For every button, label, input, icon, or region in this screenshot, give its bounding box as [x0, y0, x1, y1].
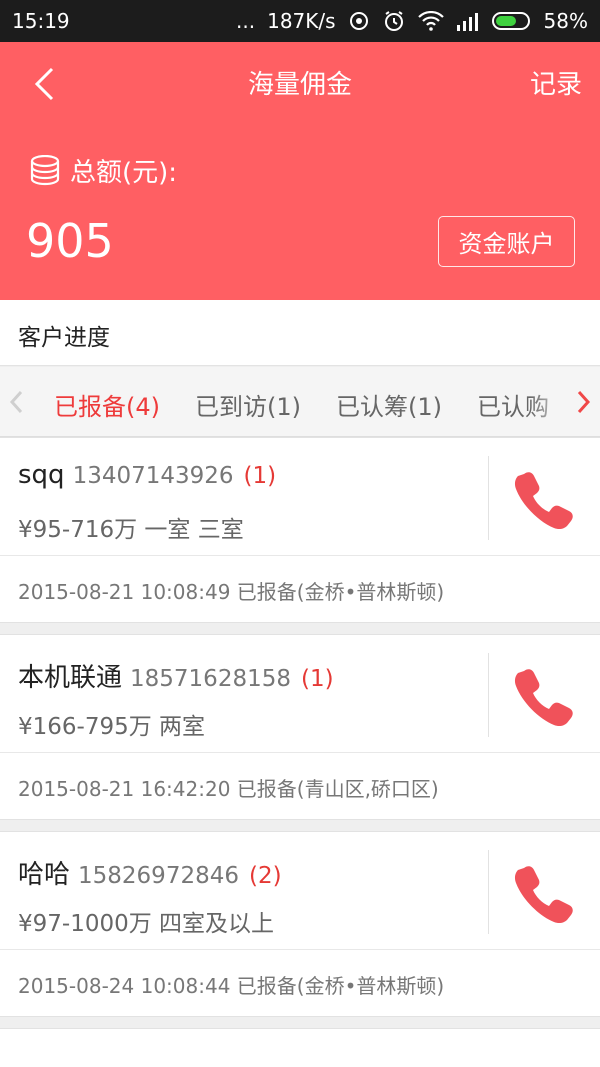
sync-icon	[348, 10, 370, 32]
tab-list: 已报备(4) 已到访(1) 已认筹(1) 已认购	[54, 387, 549, 422]
customer-phone: 15826972846	[78, 863, 239, 889]
customer-name: sqq	[18, 460, 65, 490]
tab-fade	[530, 367, 570, 436]
total-label-row: 总额(元):	[28, 152, 177, 189]
tab-reported[interactable]: 已报备(4)	[54, 387, 160, 422]
phone-icon	[514, 669, 573, 727]
customer-card-main: 哈哈 15826972846 (2) ¥97-1000万 四室及以上	[0, 832, 600, 950]
commission-header: 海量佣金 记录 总额(元): 905 资金账户	[0, 42, 600, 300]
status-right: ... 187K/s 58%	[236, 9, 588, 33]
phone-icon	[514, 866, 573, 924]
customer-name: 哈哈	[18, 860, 71, 890]
customer-count: (2)	[248, 863, 282, 889]
customer-card-main: 本机联通 18571628158 (1) ¥166-795万 两室	[0, 635, 600, 753]
customer-card-main: sqq 13407143926 (1) ¥95-716万 一室 三室	[0, 438, 600, 556]
nav-bar: 海量佣金 记录	[0, 42, 600, 126]
customer-phone: 13407143926	[72, 463, 234, 489]
customer-name-line: sqq 13407143926 (1)	[18, 460, 276, 490]
call-button[interactable]	[510, 466, 578, 534]
vertical-divider	[488, 456, 489, 540]
battery-icon	[491, 11, 532, 31]
next-card-peek	[0, 1028, 600, 1067]
customer-card[interactable]: sqq 13407143926 (1) ¥95-716万 一室 三室 2015-08…	[0, 437, 600, 623]
vertical-divider	[488, 653, 489, 737]
status-dots: ...	[236, 9, 256, 33]
total-label: 总额(元):	[70, 158, 178, 188]
customer-card[interactable]: 哈哈 15826972846 (2) ¥97-1000万 四室及以上 2015-08…	[0, 831, 600, 1017]
page-title: 海量佣金	[247, 70, 352, 100]
customer-name: 本机联通	[18, 663, 123, 693]
section-title: 客户进度	[0, 300, 600, 366]
network-speed: 187K/s	[267, 9, 336, 33]
customer-name-line: 本机联通 18571628158 (1)	[18, 657, 334, 694]
customer-record: 2015-08-21 16:42:20 已报备(青山区,硚口区)	[18, 777, 439, 801]
tabs-scroll-right-button[interactable]	[572, 389, 594, 415]
progress-tabs: 已报备(4) 已到访(1) 已认筹(1) 已认购	[0, 367, 600, 437]
alarm-icon	[382, 9, 406, 33]
record-button[interactable]: 记录	[530, 64, 582, 101]
customer-count: (1)	[300, 666, 334, 692]
signal-icon	[456, 11, 480, 31]
customer-card[interactable]: 本机联通 18571628158 (1) ¥166-795万 两室 2015-08-…	[0, 634, 600, 820]
coins-icon	[30, 154, 60, 185]
tab-pledged[interactable]: 已认筹(1)	[336, 387, 442, 422]
vertical-divider	[488, 850, 489, 934]
customer-price-range: ¥166-795万 两室	[18, 714, 206, 740]
wifi-icon	[417, 11, 444, 31]
fund-account-button[interactable]: 资金账户	[438, 216, 575, 267]
status-bar: 15:19 ... 187K/s 58%	[0, 0, 600, 42]
tabs-scroll-left-button[interactable]	[6, 389, 28, 415]
chevron-right-icon	[577, 390, 591, 414]
customer-phone: 18571628158	[130, 666, 291, 692]
customer-price-range: ¥95-716万 一室 三室	[18, 517, 244, 543]
call-button[interactable]	[510, 860, 578, 928]
customer-record: 2015-08-21 10:08:49 已报备(金桥•普林斯顿)	[18, 580, 445, 604]
customer-record: 2015-08-24 10:08:44 已报备(金桥•普林斯顿)	[18, 974, 445, 998]
chevron-left-icon	[9, 390, 23, 414]
call-button[interactable]	[510, 663, 578, 731]
customer-price-range: ¥97-1000万 四室及以上	[18, 911, 275, 937]
customer-count: (1)	[243, 463, 277, 489]
battery-percent: 58%	[543, 9, 588, 33]
total-amount: 905	[26, 214, 114, 268]
status-time: 15:19	[12, 9, 70, 33]
customer-name-line: 哈哈 15826972846 (2)	[18, 854, 282, 891]
phone-icon	[514, 472, 573, 530]
tab-visited[interactable]: 已到访(1)	[195, 387, 301, 422]
